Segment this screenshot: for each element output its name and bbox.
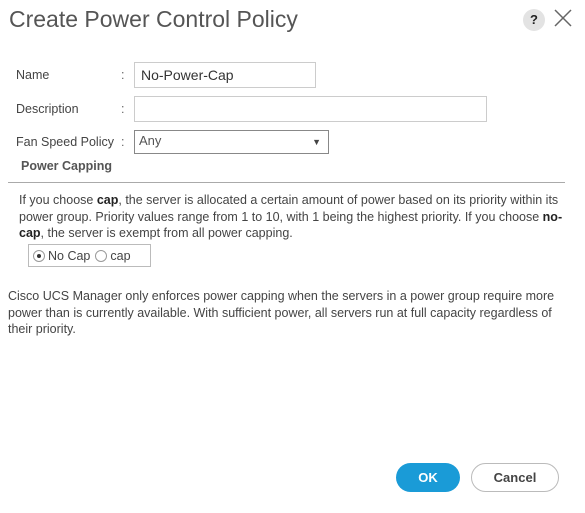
description-input[interactable]: [134, 96, 487, 122]
description-label: Description: [16, 102, 79, 116]
chevron-down-icon: ▼: [312, 137, 321, 147]
divider: [8, 182, 565, 183]
description-colon: :: [121, 102, 125, 116]
radio-label: cap: [110, 248, 131, 263]
text: If you choose: [19, 193, 97, 207]
power-capping-note: Cisco UCS Manager only enforces power ca…: [8, 289, 555, 336]
name-input[interactable]: [134, 62, 316, 88]
power-capping-description: If you choose cap, the server is allocat…: [19, 192, 574, 242]
ok-button[interactable]: OK: [396, 463, 460, 492]
name-colon: :: [121, 68, 125, 82]
radio-label: No Cap: [48, 248, 91, 263]
close-button[interactable]: [552, 6, 574, 30]
radio-no-cap[interactable]: No Cap: [33, 249, 90, 263]
close-icon: [554, 9, 572, 27]
text-bold: cap: [96, 193, 119, 207]
name-label: Name: [16, 68, 50, 82]
fan-speed-colon: :: [121, 135, 125, 149]
dialog-title: Create Power Control Policy: [9, 6, 298, 32]
text: , the server is exempt from all power ca…: [40, 226, 293, 240]
power-capping-heading: Power Capping: [21, 159, 112, 173]
help-button[interactable]: ?: [523, 9, 545, 31]
power-capping-radio-group: No Cap cap: [28, 244, 151, 267]
fan-speed-label: Fan Speed Policy: [16, 135, 114, 149]
radio-unchecked-icon[interactable]: [95, 249, 108, 262]
radio-cap[interactable]: cap: [95, 248, 131, 263]
fan-speed-select[interactable]: Any ▼: [134, 130, 329, 154]
fan-speed-value: Any: [139, 133, 162, 148]
radio-checked-icon[interactable]: [33, 249, 45, 262]
cancel-button[interactable]: Cancel: [471, 463, 559, 492]
